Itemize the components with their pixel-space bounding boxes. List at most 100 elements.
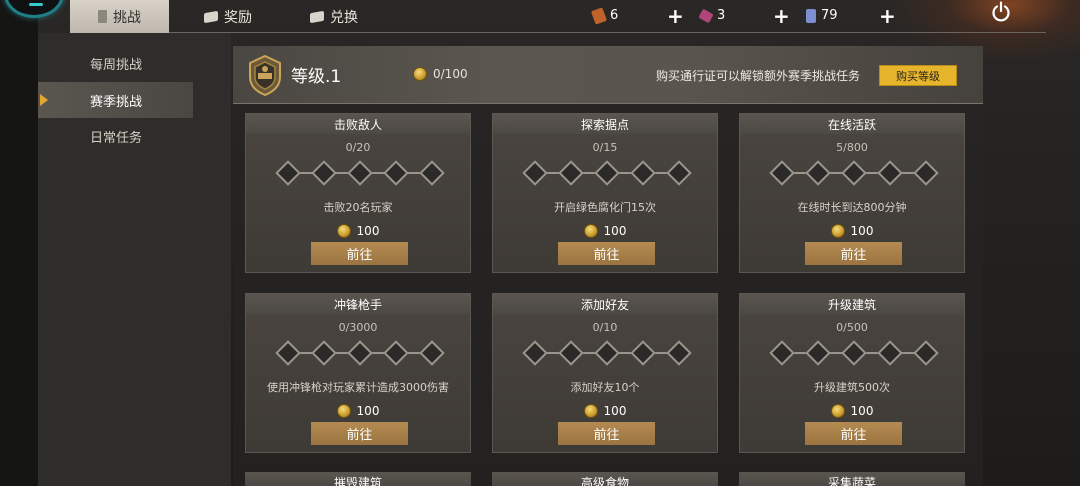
coin-icon [336,404,351,418]
sidebar-item-season[interactable]: 赛季挑战 [38,82,193,118]
challenge-card-partial: 摧毁建筑 [245,472,471,486]
go-button[interactable]: 前往 [558,422,655,445]
milestone-diamond-icon [594,160,620,186]
reward-value: 100 [850,224,874,238]
resource-value: 3 [717,8,726,23]
card-description: 开启绿色腐化门15次 [554,201,656,214]
milestone-diamond-icon [666,340,692,366]
buy-level-button[interactable]: 购买等级 [879,65,957,86]
card-progress: 0/10 [592,321,618,334]
left-edge [0,0,38,486]
resource-ticket: 6 [590,6,618,25]
sidebar-item-weekly[interactable]: 每周挑战 [38,45,193,81]
phone-icon [806,8,816,23]
coin-icon [583,404,598,418]
tab-label: 奖励 [224,9,252,26]
book-icon [98,10,107,23]
milestone-diamond-icon [769,160,795,186]
resource-card: 3 [698,8,726,23]
tab-reward[interactable]: 奖励 [204,0,252,33]
card-title: 冲锋枪手 [333,298,382,312]
card-title: 探索据点 [580,118,629,132]
milestone-diamond-icon [383,160,409,186]
card-title: 高级食物 [580,476,629,486]
milestone-diamond-icon [558,160,584,186]
tab-exchange[interactable]: 兑换 [310,0,358,33]
milestone-diamond-icon [347,160,373,186]
card-description: 击败20名玩家 [323,201,393,214]
ticket-icon [590,6,608,25]
milestone-diamond-icon [383,340,409,366]
milestone-diamond-icon [347,340,373,366]
go-button[interactable]: 前往 [805,422,902,445]
milestone-diamond-icon [522,160,548,186]
nav-label: 赛季挑战 [90,94,143,110]
milestone-diamond-icon [630,340,656,366]
coin-icon [830,224,845,238]
coin-icon [336,224,351,238]
card-description: 使用冲锋枪对玩家累计造成3000伤害 [267,381,449,394]
card-description: 升级建筑500次 [814,381,890,394]
milestone-track [275,160,445,186]
tab-challenge[interactable]: 挑战 [70,0,169,33]
sidebar-item-daily[interactable]: 日常任务 [38,118,193,154]
power-icon[interactable] [989,0,1013,24]
card-description: 在线时长到达800分钟 [797,201,907,214]
card-title: 在线活跃 [827,118,876,132]
top-bar: 挑战 奖励 兑换 [70,0,1046,33]
box-icon [310,10,324,23]
card-progress: 0/3000 [338,321,378,334]
milestone-diamond-icon [558,340,584,366]
challenge-card-partial: 采集蔬菜 [739,472,965,486]
xp-value: 0/100 [433,67,468,81]
card-title: 添加好友 [580,298,629,312]
milestone-diamond-icon [419,160,445,186]
card-progress: 0/15 [592,141,618,154]
milestone-track [769,160,939,186]
card-reward: 100 [740,224,964,238]
tab-label: 挑战 [113,9,141,26]
milestone-diamond-icon [275,340,301,366]
challenge-card: 在线活跃 5/800 在线时长到达800分钟 100 前往 [739,113,965,273]
level-title: 等级.1 [291,67,342,87]
challenge-card: 升级建筑 0/500 升级建筑500次 100 前往 [739,293,965,453]
milestone-diamond-icon [877,160,903,186]
reward-value: 100 [850,404,874,418]
go-button[interactable]: 前往 [558,242,655,265]
challenge-card: 冲锋枪手 0/3000 使用冲锋枪对玩家累计造成3000伤害 100 前往 [245,293,471,453]
card-icon [698,8,714,23]
challenge-card: 添加好友 0/10 添加好友10个 100 前往 [492,293,718,453]
card-title: 采集蔬菜 [827,476,876,486]
resource-value: 79 [821,8,838,23]
reward-value: 100 [356,224,380,238]
challenge-card: 击败敌人 0/20 击败20名玩家 100 前往 [245,113,471,273]
card-progress: 0/500 [836,321,868,334]
milestone-diamond-icon [841,340,867,366]
card-description: 添加好友10个 [570,381,640,394]
milestone-diamond-icon [311,160,337,186]
box-icon [204,10,218,23]
card-reward: 100 [246,404,470,418]
level-badge-icon [249,54,281,97]
add-ticket-button[interactable]: + [667,6,684,26]
milestone-diamond-icon [769,340,795,366]
pass-notice: 购买通行证可以解锁额外赛季挑战任务 [656,69,861,83]
go-button[interactable]: 前往 [311,242,408,265]
add-phone-button[interactable]: + [879,6,896,26]
resource-phone: 79 [806,8,838,23]
reward-value: 100 [603,224,627,238]
nav-label: 日常任务 [90,130,143,146]
add-card-button[interactable]: + [773,6,790,26]
milestone-diamond-icon [877,340,903,366]
challenge-card-partial: 高级食物 [492,472,718,486]
milestone-diamond-icon [913,160,939,186]
card-reward: 100 [493,404,717,418]
go-button[interactable]: 前往 [805,242,902,265]
milestone-track [275,340,445,366]
milestone-diamond-icon [913,340,939,366]
coin-icon [583,224,598,238]
milestone-diamond-icon [522,340,548,366]
go-button[interactable]: 前往 [311,422,408,445]
milestone-track [769,340,939,366]
card-title: 升级建筑 [827,298,876,312]
